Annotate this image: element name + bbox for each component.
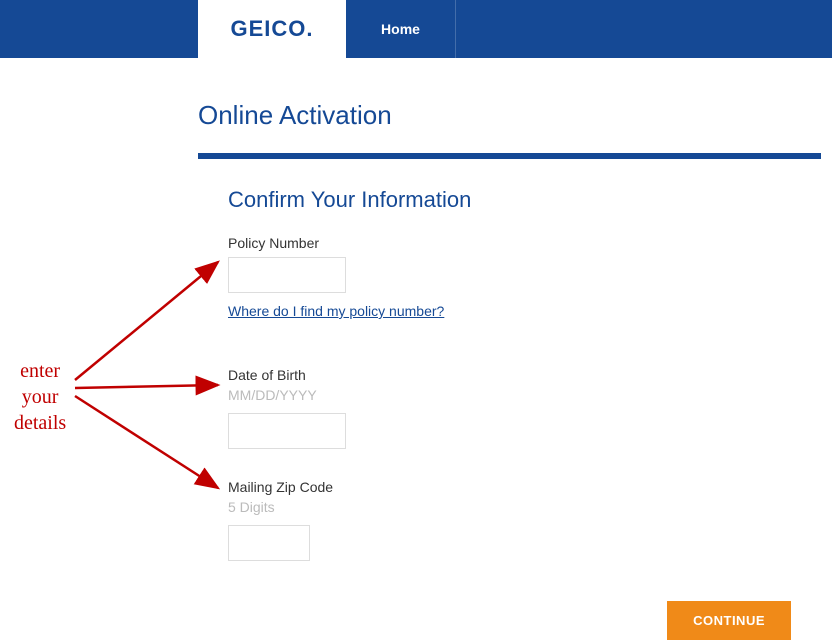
annotation-line1: enter	[20, 360, 60, 382]
content: Online Activation Confirm Your Informati…	[0, 58, 832, 611]
field-zip: Mailing Zip Code 5 Digits	[228, 479, 791, 571]
zip-label: Mailing Zip Code	[228, 479, 791, 495]
field-dob: Date of Birth MM/DD/YYYY	[228, 367, 791, 459]
annotation-line2: your	[22, 386, 59, 408]
dob-hint: MM/DD/YYYY	[228, 387, 791, 403]
logo[interactable]: GEICO.	[198, 0, 346, 58]
header: GEICO. Home	[0, 0, 832, 58]
nav-home[interactable]: Home	[346, 0, 456, 58]
annotation-line3: details	[14, 412, 66, 434]
annotation-label: enter your details	[14, 358, 66, 436]
form-card: Confirm Your Information Policy Number W…	[198, 153, 821, 611]
dob-label: Date of Birth	[228, 367, 791, 383]
logo-text: GEICO.	[230, 16, 313, 42]
card-title: Confirm Your Information	[228, 187, 791, 213]
home-link[interactable]: Home	[381, 21, 420, 37]
page-title: Online Activation	[198, 100, 822, 131]
zip-hint: 5 Digits	[228, 499, 791, 515]
policy-input[interactable]	[228, 257, 346, 293]
header-spacer	[0, 0, 198, 58]
continue-button[interactable]: CONTINUE	[667, 601, 791, 640]
policy-label: Policy Number	[228, 235, 791, 251]
field-policy: Policy Number Where do I find my policy …	[228, 235, 791, 347]
dob-input[interactable]	[228, 413, 346, 449]
policy-help-link[interactable]: Where do I find my policy number?	[228, 303, 444, 319]
zip-input[interactable]	[228, 525, 310, 561]
